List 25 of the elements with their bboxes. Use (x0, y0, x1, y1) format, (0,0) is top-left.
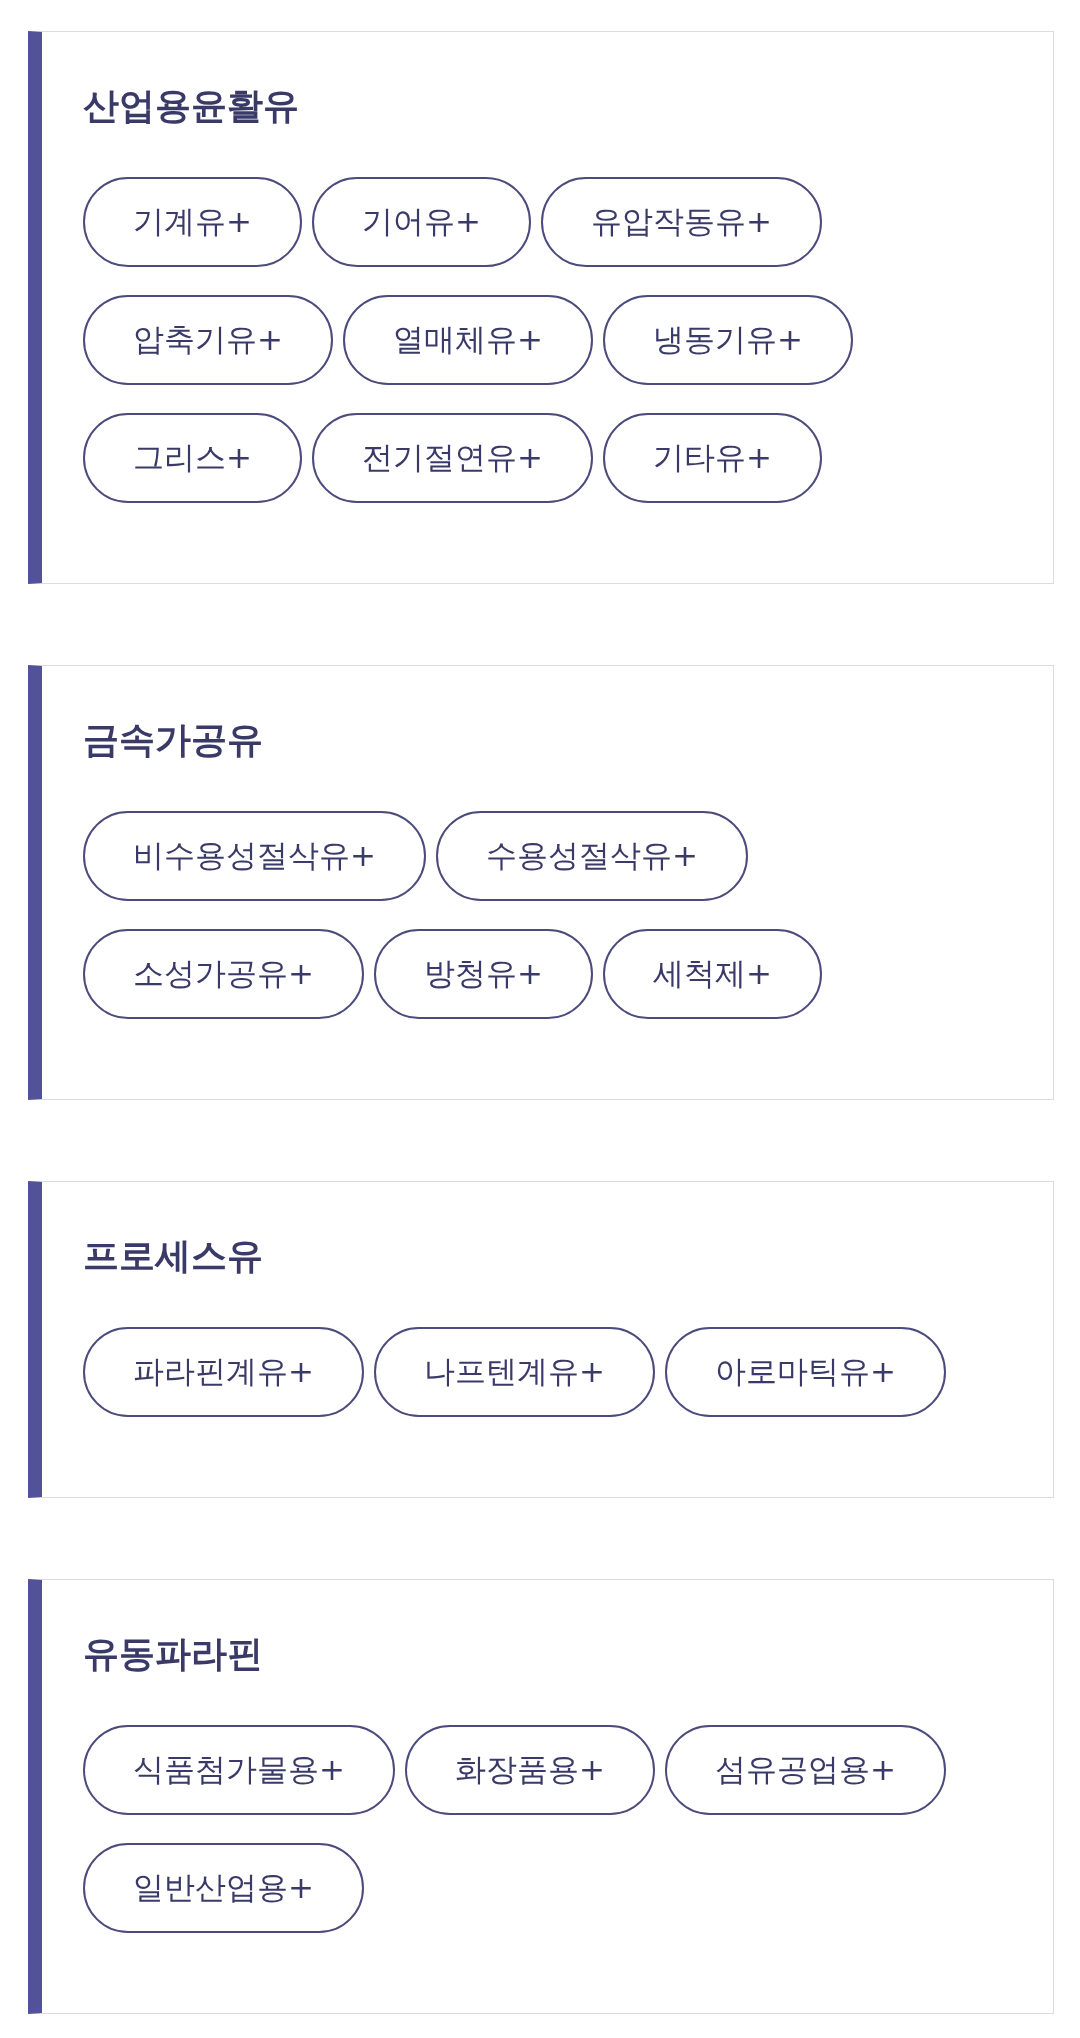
category-chip-button[interactable]: 화장품용+ (405, 1725, 655, 1815)
category-chip-button[interactable]: 기어유+ (312, 177, 531, 267)
category-chip-button[interactable]: 압축기유+ (83, 295, 333, 385)
category-chip-button[interactable]: 그리스+ (83, 413, 302, 503)
category-chip-button[interactable]: 나프텐계유+ (374, 1327, 655, 1417)
category-chip-button[interactable]: 유압작동유+ (540, 177, 822, 267)
category-chip-button[interactable]: 수용성절삭유+ (436, 811, 748, 901)
category-chip-button[interactable]: 열매체유+ (343, 295, 593, 385)
category-chip-button[interactable]: 비수용성절삭유+ (83, 811, 426, 901)
category-chip-button[interactable]: 일반산업용+ (83, 1843, 364, 1933)
category-chip-button[interactable]: 전기절연유+ (312, 413, 593, 503)
category-title: 산업용윤활유 (83, 84, 300, 128)
category-title: 프로세스유 (83, 1234, 264, 1278)
category-chip-button[interactable]: 세척제+ (602, 929, 822, 1019)
category-chip-button[interactable]: 냉동기유+ (602, 295, 853, 385)
category-chip-button[interactable]: 섬유공업용+ (664, 1725, 946, 1815)
category-chip-button[interactable]: 아로마틱유+ (664, 1327, 946, 1417)
category-chip-button[interactable]: 소성가공유+ (83, 929, 364, 1019)
category-title: 금속가공유 (83, 718, 264, 762)
category-title: 유동파라핀 (83, 1632, 264, 1676)
category-chip-button[interactable]: 기타유+ (602, 413, 822, 503)
category-chip-button[interactable]: 식품첨가물용+ (83, 1725, 395, 1815)
category-chip-button[interactable]: 기계유+ (83, 177, 302, 267)
category-chip-button[interactable]: 방청유+ (374, 929, 593, 1019)
category-chip-button[interactable]: 파라핀계유+ (83, 1327, 364, 1417)
